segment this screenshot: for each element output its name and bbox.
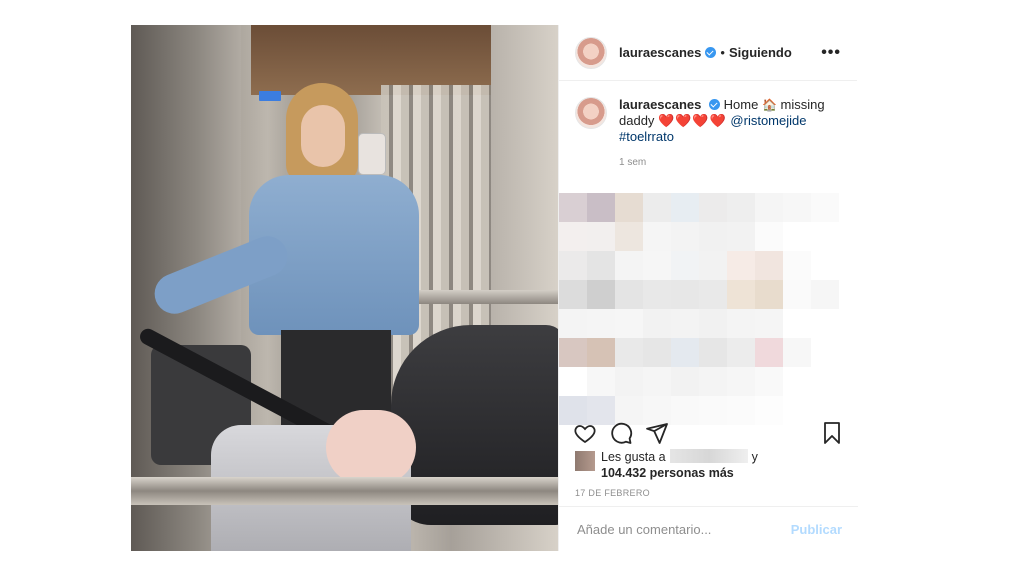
post-date[interactable]: 17 DE FEBRERO <box>575 488 650 498</box>
post-container: lauraescanes • Siguiendo ••• lauraescane… <box>131 25 858 551</box>
elevator-display <box>259 91 281 101</box>
following-button[interactable]: Siguiendo <box>729 45 792 60</box>
post-photo[interactable] <box>131 25 558 551</box>
comment-icon[interactable] <box>609 421 633 445</box>
caption-time[interactable]: 1 sem <box>619 155 841 171</box>
blurred-comments <box>559 193 858 425</box>
heart-icon[interactable] <box>573 421 597 445</box>
action-bar <box>559 415 858 451</box>
mention-link[interactable]: @ristomejide <box>730 113 806 128</box>
baby <box>326 410 416 485</box>
person-face <box>301 105 345 167</box>
header-username[interactable]: lauraescanes <box>619 45 701 60</box>
caption-avatar[interactable] <box>575 97 607 129</box>
likes-count[interactable]: 104.432 personas más <box>601 466 734 480</box>
bookmark-icon[interactable] <box>820 421 844 445</box>
more-options-icon[interactable]: ••• <box>821 44 841 62</box>
likes-text: Les gusta a y 104.432 personas más <box>601 449 758 481</box>
caption-body: lauraescanes Home 🏠 missing daddy ❤️❤️❤️… <box>619 97 841 171</box>
blurred-liker-name <box>669 449 748 463</box>
liker-avatar[interactable] <box>575 451 595 471</box>
comment-box: Publicar <box>559 506 858 551</box>
verified-badge-icon <box>709 99 721 110</box>
post-sidebar: lauraescanes • Siguiendo ••• lauraescane… <box>558 25 858 551</box>
publish-button[interactable]: Publicar <box>791 522 842 537</box>
verified-badge-icon <box>705 47 717 58</box>
phone <box>358 133 386 175</box>
likes-prefix: Les gusta a <box>601 450 666 464</box>
post-header: lauraescanes • Siguiendo ••• <box>559 25 857 81</box>
hashtag-link[interactable]: #toelrrato <box>619 129 674 144</box>
share-icon[interactable] <box>645 421 669 445</box>
hearts-emoji: ❤️❤️❤️❤️ <box>658 113 727 128</box>
separator-dot: • <box>720 45 725 60</box>
elevator-handrail <box>131 477 558 505</box>
avatar[interactable] <box>575 36 607 69</box>
comment-input[interactable] <box>575 520 791 538</box>
likes-summary: Les gusta a y 104.432 personas más <box>575 449 758 481</box>
caption-username[interactable]: lauraescanes <box>619 97 701 112</box>
house-emoji: 🏠 <box>761 98 777 112</box>
likes-joiner: y <box>751 450 758 464</box>
caption: lauraescanes Home 🏠 missing daddy ❤️❤️❤️… <box>559 81 857 171</box>
caption-text-home: Home <box>723 97 759 112</box>
